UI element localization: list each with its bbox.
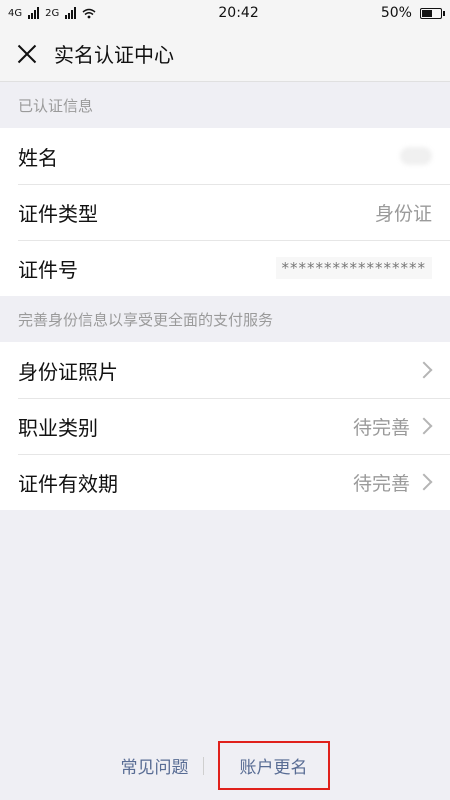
occupation-value: 待完善 <box>352 413 433 440</box>
row-name: 姓名 <box>0 128 450 184</box>
status-bar: 4G 2G 20:42 50% <box>0 0 450 26</box>
complete-info-group: 身份证照片 职业类别 待完善 证件有效期 待完善 <box>0 342 450 510</box>
close-icon[interactable] <box>16 43 38 65</box>
footer-divider <box>202 756 204 775</box>
row-label-id-validity: 证件有效期 <box>18 471 118 496</box>
row-id-type: 证件类型 身份证 <box>0 184 450 240</box>
id-validity-value: 待完善 <box>352 469 433 496</box>
clock: 20:42 <box>218 5 259 21</box>
row-id-photo[interactable]: 身份证照片 <box>0 342 450 398</box>
footer-links: 常见问题 账户更名 <box>0 741 450 790</box>
navigation-bar: 实名认证中心 <box>0 26 450 82</box>
verified-info-header: 已认证信息 <box>18 97 94 115</box>
signal-icon-2 <box>65 7 77 19</box>
chevron-right-icon <box>415 473 433 491</box>
verified-info-group: 姓名 证件类型 身份证 证件号 ***************** <box>0 128 450 296</box>
battery-percent: 50% <box>380 5 412 21</box>
row-label-id-number: 证件号 <box>18 257 78 282</box>
battery-area: 50% <box>380 5 445 21</box>
id-validity-status: 待完善 <box>352 472 410 495</box>
account-rename-link[interactable]: 账户更名 <box>217 741 330 790</box>
row-id-number: 证件号 ***************** <box>0 240 450 296</box>
complete-info-header: 完善身份信息以享受更全面的支付服务 <box>18 311 274 329</box>
masked-name-value <box>400 147 432 165</box>
chevron-right-icon <box>415 417 433 435</box>
row-label-id-photo: 身份证照片 <box>18 359 118 384</box>
row-occupation[interactable]: 职业类别 待完善 <box>0 398 450 454</box>
battery-icon <box>419 7 445 19</box>
id-photo-value <box>410 361 433 379</box>
faq-link[interactable]: 常见问题 <box>121 753 189 778</box>
signal-icon <box>28 7 40 19</box>
row-label-name: 姓名 <box>18 145 58 170</box>
id-number-value: ***************** <box>275 257 432 279</box>
chevron-right-icon <box>415 361 433 379</box>
page-title: 实名认证中心 <box>54 43 174 67</box>
row-label-id-type: 证件类型 <box>18 201 98 226</box>
network-type-label: 4G <box>8 7 23 19</box>
signal-indicators: 4G 2G <box>8 7 96 19</box>
wifi-icon <box>82 8 96 18</box>
network-type-label-2: 2G <box>45 7 60 19</box>
id-type-value: 身份证 <box>374 202 432 225</box>
row-id-validity[interactable]: 证件有效期 待完善 <box>0 454 450 510</box>
row-label-occupation: 职业类别 <box>18 415 98 440</box>
occupation-status: 待完善 <box>352 416 410 439</box>
